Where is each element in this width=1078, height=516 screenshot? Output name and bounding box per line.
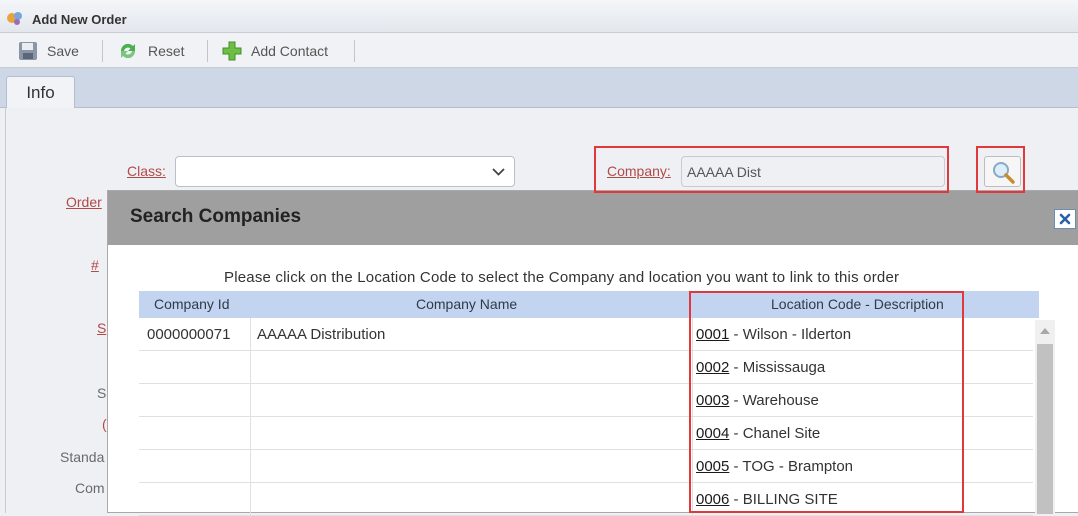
location-code-link[interactable]: 0004 xyxy=(696,425,729,442)
toolbar-divider xyxy=(354,40,355,62)
class-label[interactable]: Class: xyxy=(127,163,166,179)
close-button[interactable] xyxy=(1054,209,1076,229)
company-id-cell xyxy=(139,351,251,384)
location-description: - BILLING SITE xyxy=(729,491,838,508)
company-label[interactable]: Company: xyxy=(607,163,671,179)
location-cell: 0003 - Warehouse xyxy=(693,384,1033,417)
number-label[interactable]: # xyxy=(91,257,99,273)
location-code-link[interactable]: 0005 xyxy=(696,458,729,475)
standard-label: Standa xyxy=(60,449,105,465)
table-row: 0004 - Chanel Site xyxy=(139,417,1033,450)
toolbar: Save Reset Add Contact xyxy=(0,33,1078,68)
location-cell: 0006 - BILLING SITE xyxy=(693,483,1033,516)
table-row: 0003 - Warehouse xyxy=(139,384,1033,417)
location-code-link[interactable]: 0001 xyxy=(696,326,729,343)
company-search-button[interactable] xyxy=(984,156,1021,187)
order-label[interactable]: Order xyxy=(66,194,102,210)
reset-icon xyxy=(120,43,136,59)
table-header: Company Id Company Name Location Code - … xyxy=(139,291,1039,318)
s-label-2: S xyxy=(97,385,107,401)
company-id-cell xyxy=(139,384,251,417)
save-icon xyxy=(19,42,37,60)
location-description: - Chanel Site xyxy=(729,425,821,442)
location-code-link[interactable]: 0006 xyxy=(696,491,729,508)
scroll-up-button[interactable] xyxy=(1035,320,1055,342)
company-id-cell xyxy=(139,450,251,483)
location-code-link[interactable]: 0003 xyxy=(696,392,729,409)
s-label-1[interactable]: S xyxy=(97,320,106,336)
company-name-cell xyxy=(251,417,693,450)
location-description: - Mississauga xyxy=(729,359,826,376)
toolbar-divider xyxy=(102,40,103,62)
company-id-cell xyxy=(139,417,251,450)
close-icon xyxy=(1059,213,1071,225)
column-header-company-id: Company Id xyxy=(154,296,230,312)
app-logo-icon xyxy=(6,10,24,26)
results-scrollbar[interactable] xyxy=(1035,320,1055,514)
triangle-up-icon xyxy=(1040,328,1050,334)
dialog-title: Search Companies xyxy=(130,206,302,227)
partial-label: ( xyxy=(102,416,107,432)
search-companies-dialog: Search Companies Please click on the Loc… xyxy=(107,190,1078,516)
dialog-header: Search Companies xyxy=(108,191,1078,245)
reset-button[interactable]: Reset xyxy=(117,39,185,63)
comment-label: Com xyxy=(75,480,105,496)
dialog-instructions: Please click on the Location Code to sel… xyxy=(224,269,900,286)
table-row: 0005 - TOG - Brampton xyxy=(139,450,1033,483)
company-id-cell: 0000000071 xyxy=(139,318,251,351)
location-code-link[interactable]: 0002 xyxy=(696,359,729,376)
location-description: - TOG - Brampton xyxy=(729,458,854,475)
toolbar-divider xyxy=(207,40,208,62)
class-select[interactable] xyxy=(175,156,515,187)
location-description: - Wilson - Ilderton xyxy=(729,326,852,343)
reset-label: Reset xyxy=(148,43,185,59)
location-cell: 0004 - Chanel Site xyxy=(693,417,1033,450)
save-label: Save xyxy=(47,43,79,59)
tab-info[interactable]: Info xyxy=(6,76,75,109)
company-name-cell xyxy=(251,483,693,516)
table-row: 0006 - BILLING SITE xyxy=(139,483,1033,516)
company-name-cell xyxy=(251,450,693,483)
add-contact-label: Add Contact xyxy=(251,43,329,59)
window-title: Add New Order xyxy=(32,12,127,27)
company-id-cell xyxy=(139,483,251,516)
location-cell: 0005 - TOG - Brampton xyxy=(693,450,1033,483)
location-cell: 0002 - Mississauga xyxy=(693,351,1033,384)
plus-icon xyxy=(222,41,242,61)
column-header-company-name: Company Name xyxy=(416,296,518,312)
magnifier-icon xyxy=(992,161,1015,184)
tab-strip: Info xyxy=(0,68,1078,109)
company-name-cell xyxy=(251,384,693,417)
location-cell: 0001 - Wilson - Ilderton xyxy=(693,318,1033,351)
column-header-location: Location Code - Description xyxy=(771,296,944,312)
window-titlebar: Add New Order xyxy=(0,0,1078,33)
table-row: 0002 - Mississauga xyxy=(139,351,1033,384)
location-description: - Warehouse xyxy=(729,392,819,409)
company-input[interactable] xyxy=(681,156,945,187)
table-row: 0000000071 AAAAA Distribution 0001 - Wil… xyxy=(139,318,1033,351)
company-name-cell: AAAAA Distribution xyxy=(251,318,693,351)
results-table: 0000000071 AAAAA Distribution 0001 - Wil… xyxy=(139,318,1033,516)
company-name-cell xyxy=(251,351,693,384)
add-contact-button[interactable]: Add Contact xyxy=(222,39,328,63)
chevron-down-icon xyxy=(492,168,505,176)
save-button[interactable]: Save xyxy=(18,39,79,63)
scroll-thumb[interactable] xyxy=(1037,344,1053,514)
